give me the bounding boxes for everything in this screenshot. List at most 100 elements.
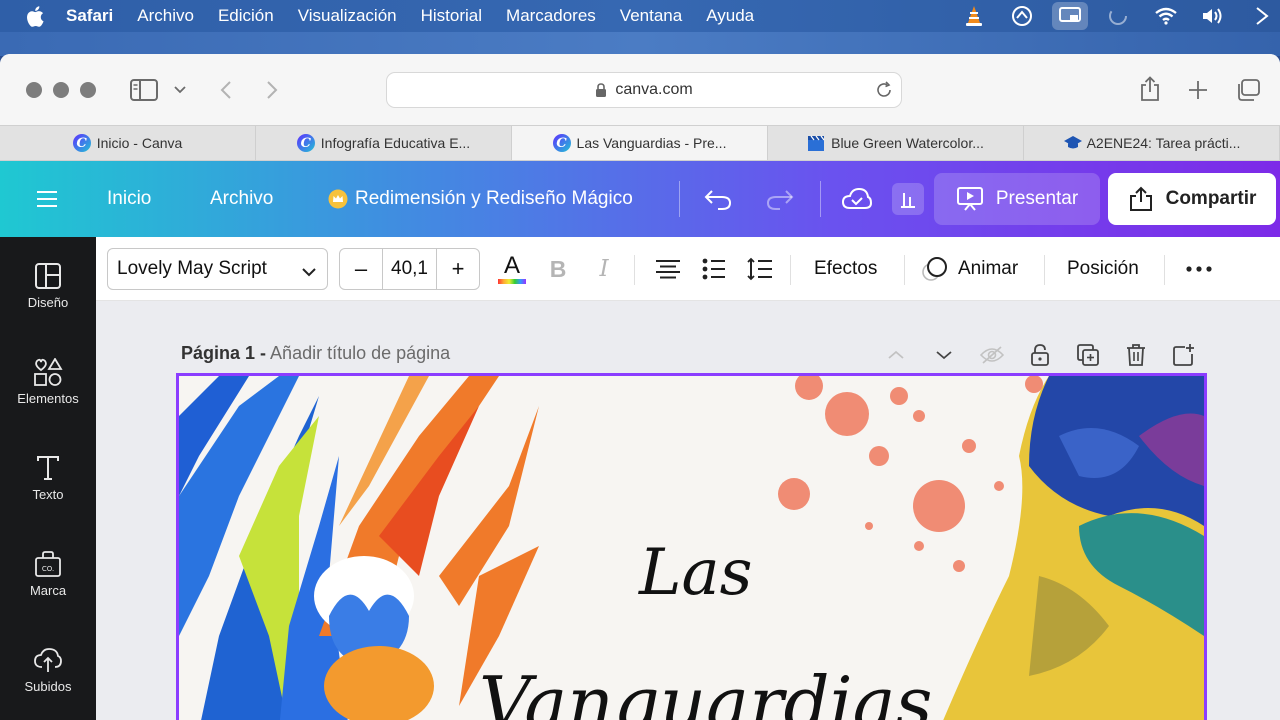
chevron-up-icon[interactable]	[882, 341, 910, 369]
chevron-down-icon[interactable]	[170, 80, 190, 100]
screen-mirroring-icon[interactable]	[1052, 2, 1088, 30]
duplicate-page-icon[interactable]	[1074, 341, 1102, 369]
menu-ventana[interactable]: Ventana	[620, 6, 682, 26]
insights-icon[interactable]	[892, 183, 924, 215]
animate-button[interactable]: Animar	[922, 237, 1018, 301]
sidebar-label: Subidos	[24, 678, 72, 694]
header-divider	[679, 181, 680, 217]
tab-label: A2ENE24: Tarea prácti...	[1086, 135, 1241, 151]
hide-page-icon[interactable]	[978, 341, 1006, 369]
menu-visualizacion[interactable]: Visualización	[298, 6, 397, 26]
text-color-glyph: A	[503, 251, 520, 279]
url-bar[interactable]: canva.com	[386, 72, 902, 108]
menu-extra-icon[interactable]	[1244, 2, 1280, 30]
window-minimize-button[interactable]	[53, 82, 69, 98]
menu-marcadores[interactable]: Marcadores	[506, 6, 596, 26]
tab-overview-icon[interactable]	[1234, 76, 1262, 104]
vlc-cone-icon[interactable]	[956, 2, 992, 30]
redo-icon[interactable]	[766, 161, 794, 237]
tab-inicio-canva[interactable]: C Inicio - Canva	[0, 126, 256, 160]
align-center-icon[interactable]	[652, 251, 684, 287]
layout-icon	[35, 261, 61, 291]
canva-logo-icon: C	[72, 134, 91, 152]
bullet-list-icon[interactable]	[698, 251, 730, 287]
design-page[interactable]: Las Vanguardias	[176, 373, 1207, 720]
page-title: Página 1 - Añadir título de página	[181, 343, 450, 364]
sidebar-label: Diseño	[27, 294, 69, 310]
rainbow-bar-icon	[498, 278, 526, 284]
undo-icon[interactable]	[704, 161, 732, 237]
chevron-down-icon[interactable]	[930, 341, 958, 369]
presentation-icon	[956, 186, 984, 212]
page-number-label: Página 1 -	[181, 343, 267, 363]
lock-page-icon[interactable]	[1026, 341, 1054, 369]
position-button[interactable]: Posición	[1067, 237, 1139, 301]
elements-shapes-icon	[33, 357, 63, 387]
font-family-dropdown[interactable]: Lovely May Script	[107, 248, 328, 290]
hamburger-menu-icon[interactable]	[36, 161, 58, 237]
effects-button[interactable]: Efectos	[814, 237, 877, 301]
tab-label: Las Vanguardias - Pre...	[576, 135, 727, 151]
sidebar-toggle-icon[interactable]	[128, 76, 160, 104]
header-inicio-button[interactable]: Inicio	[107, 161, 151, 237]
design-title-line-1[interactable]: Las	[639, 536, 753, 610]
magic-resize-button[interactable]: Redimensión y Rediseño Mágico	[328, 161, 633, 237]
forward-icon[interactable]	[260, 76, 284, 104]
brand-kit-icon: CO.	[34, 549, 62, 579]
tab-las-vanguardias[interactable]: C Las Vanguardias - Pre...	[512, 126, 768, 160]
delete-page-icon[interactable]	[1122, 341, 1150, 369]
lock-icon	[595, 82, 607, 98]
chevron-down-icon	[301, 261, 317, 283]
tab-infografia[interactable]: C Infografía Educativa E...	[256, 126, 512, 160]
cloud-saved-icon[interactable]	[842, 161, 872, 237]
new-tab-icon[interactable]	[1184, 76, 1212, 104]
menu-ayuda[interactable]: Ayuda	[706, 6, 754, 26]
menu-archivo[interactable]: Archivo	[137, 6, 194, 26]
font-name: Lovely May Script	[117, 258, 267, 279]
share-icon[interactable]	[1136, 74, 1164, 104]
window-close-button[interactable]	[26, 82, 42, 98]
sidebar-label: Elementos	[17, 390, 79, 406]
canva-logo-icon: C	[552, 134, 571, 152]
sidebar-item-marca[interactable]: CO. Marca	[0, 533, 96, 613]
sidebar-item-elementos[interactable]: Elementos	[0, 341, 96, 421]
wifi-icon[interactable]	[1148, 2, 1184, 30]
share-label: Compartir	[1165, 188, 1257, 209]
menu-app-safari[interactable]: Safari	[66, 6, 113, 26]
volume-icon[interactable]	[1196, 2, 1232, 30]
sidebar-label: Marca	[29, 582, 67, 598]
share-button[interactable]: Compartir	[1108, 173, 1276, 225]
decrease-size-button[interactable]: –	[340, 249, 382, 289]
toolbar-divider	[1044, 255, 1045, 285]
sidebar-item-texto[interactable]: Texto	[0, 437, 96, 517]
line-spacing-icon[interactable]	[744, 251, 776, 287]
apple-icon[interactable]	[26, 5, 48, 27]
design-title-line-2[interactable]: Vanguardias	[479, 661, 932, 720]
upload-share-icon	[1128, 186, 1154, 212]
reload-icon[interactable]	[875, 81, 893, 104]
back-icon[interactable]	[214, 76, 238, 104]
font-size-input[interactable]: 40,1	[382, 249, 437, 289]
menu-edicion[interactable]: Edición	[218, 6, 274, 26]
toolbar-divider	[904, 255, 905, 285]
bold-button[interactable]: B	[544, 251, 572, 287]
sidebar-label: Texto	[32, 486, 64, 502]
menu-historial[interactable]: Historial	[421, 6, 482, 26]
more-options-icon[interactable]	[1184, 251, 1214, 287]
tab-label: Blue Green Watercolor...	[831, 135, 984, 151]
window-zoom-button[interactable]	[80, 82, 96, 98]
increase-size-button[interactable]: +	[437, 249, 479, 289]
page-title-input[interactable]: Añadir título de página	[270, 343, 450, 363]
sidebar-item-subidos[interactable]: Subidos	[0, 629, 96, 709]
sidebar-item-diseno[interactable]: Diseño	[0, 245, 96, 325]
screen-share-icon[interactable]	[1004, 2, 1040, 30]
italic-button[interactable]: I	[590, 251, 618, 287]
header-archivo-button[interactable]: Archivo	[210, 161, 273, 237]
safari-toolbar: canva.com	[0, 54, 1280, 125]
animate-label: Animar	[958, 258, 1019, 279]
add-page-icon[interactable]	[1170, 341, 1198, 369]
text-color-button[interactable]: A	[496, 251, 528, 287]
present-button[interactable]: Presentar	[934, 173, 1100, 225]
tab-blue-green[interactable]: Blue Green Watercolor...	[768, 126, 1024, 160]
tab-a2ene24[interactable]: A2ENE24: Tarea prácti...	[1024, 126, 1280, 160]
